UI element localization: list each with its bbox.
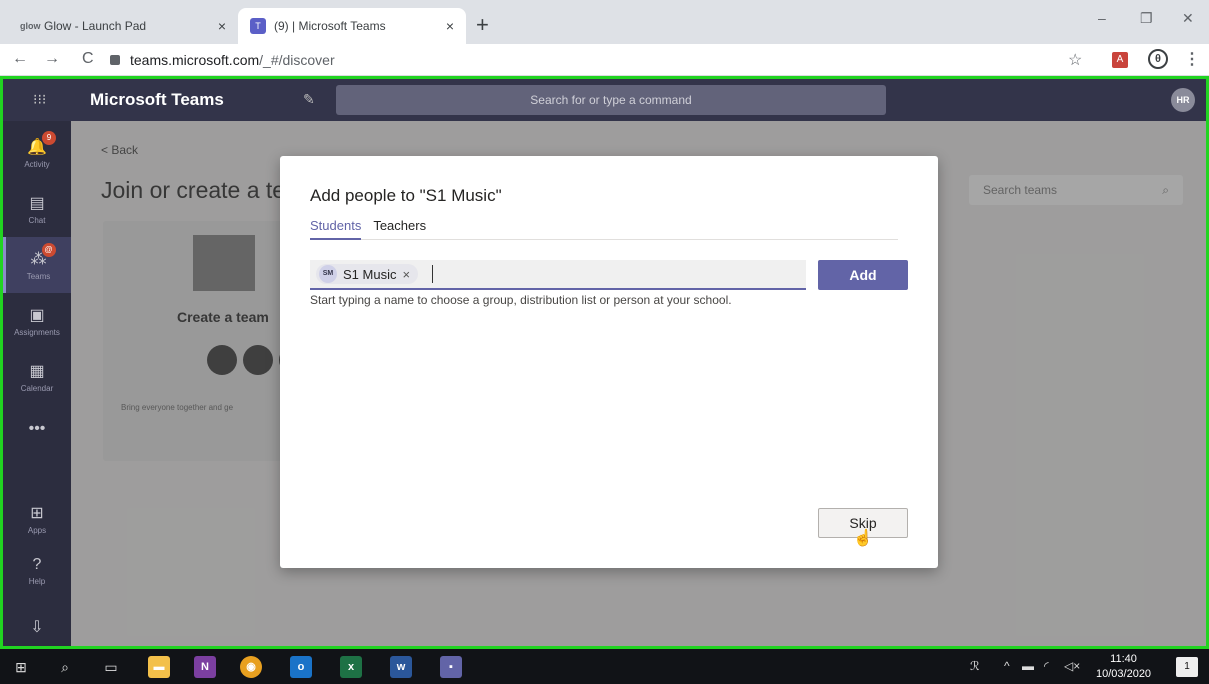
lock-icon: [110, 55, 120, 65]
url-host: teams.microsoft.com: [130, 52, 260, 68]
clock-date: 10/03/2020: [1096, 668, 1152, 680]
address-bar-row: ← → C teams.microsoft.com/_#/discover ☆ …: [0, 44, 1209, 76]
restore-icon[interactable]: ❐: [1140, 10, 1153, 27]
app-rail: 🔔 9 Activity ▤ Chat ⁂ @ Teams ▣ Assignment…: [3, 121, 71, 646]
rail-item-help[interactable]: ? Help: [3, 543, 71, 599]
start-icon[interactable]: ⊞: [10, 656, 32, 678]
outlook-icon[interactable]: o: [290, 656, 312, 678]
teams-icon: T: [250, 18, 266, 34]
add-people-dialog: Add people to "S1 Music" Students Teache…: [280, 156, 938, 568]
selected-group-pill: SM S1 Music ×: [316, 264, 419, 284]
teams-header: ⁝⁝⁝ Microsoft Teams ✎ Search for or type…: [3, 79, 1206, 121]
text-caret: [432, 265, 434, 283]
teams-taskbar-icon[interactable]: ▪: [440, 656, 462, 678]
clock-time: 11:40: [1110, 653, 1137, 665]
word-icon[interactable]: w: [390, 656, 412, 678]
rail-label: Help: [28, 577, 46, 586]
people-picker-input[interactable]: SM S1 Music ×: [310, 260, 806, 290]
dialog-title: Add people to "S1 Music": [310, 186, 502, 205]
rail-item-activity[interactable]: 🔔 9 Activity: [3, 125, 71, 181]
browser-tab-glow[interactable]: glow Glow - Launch Pad ×: [8, 8, 238, 44]
pill-label: S1 Music: [343, 266, 397, 282]
command-search-input[interactable]: Search for or type a command: [336, 85, 886, 115]
task-view-icon[interactable]: ▭: [100, 656, 122, 678]
browser-tab-teams[interactable]: T (9) | Microsoft Teams ×: [238, 8, 466, 44]
rail-item-calendar[interactable]: ▦ Calendar: [3, 349, 71, 405]
app-launcher-icon[interactable]: ⁝⁝⁝: [33, 91, 46, 108]
search-icon[interactable]: ⌕: [54, 656, 76, 678]
tab-students[interactable]: Students: [310, 218, 362, 240]
rail-label: Chat: [28, 216, 46, 225]
rail-item-more[interactable]: •••: [3, 401, 71, 457]
avatar[interactable]: HR: [1171, 88, 1195, 112]
rail-item-chat[interactable]: ▤ Chat: [3, 181, 71, 237]
rail-item-assignments[interactable]: ▣ Assignments: [3, 293, 71, 349]
rail-item-teams[interactable]: ⁂ @ Teams: [3, 237, 71, 293]
tab-title: (9) | Microsoft Teams: [274, 19, 386, 33]
add-button[interactable]: Add: [818, 260, 908, 290]
hand-cursor-icon: ☝: [853, 530, 873, 547]
rail-label: Assignments: [14, 328, 60, 337]
glow-icon: glow: [20, 21, 41, 31]
file-explorer-icon[interactable]: ▬: [148, 656, 170, 678]
clock[interactable]: 11:40 10/03/2020: [1096, 652, 1151, 682]
download-icon: ⇩: [30, 619, 44, 636]
picker-hint: Start typing a name to choose a group, d…: [310, 293, 732, 307]
rail-item-download[interactable]: ⇩: [3, 599, 71, 655]
more-icon: •••: [28, 420, 46, 437]
wifi-icon[interactable]: ◜: [1044, 659, 1049, 673]
forward-arrow-icon[interactable]: →: [44, 50, 60, 68]
profile-icon[interactable]: θ: [1148, 49, 1168, 69]
rail-label: Apps: [27, 526, 47, 535]
onenote-icon[interactable]: N: [194, 656, 216, 678]
dialog-tabs: Students Teachers: [310, 218, 898, 240]
minimize-icon[interactable]: –: [1098, 10, 1106, 26]
close-icon[interactable]: ×: [218, 18, 226, 34]
bookmark-star-icon[interactable]: ☆: [1068, 50, 1082, 70]
excel-icon[interactable]: x: [340, 656, 362, 678]
back-arrow-icon[interactable]: ←: [12, 50, 28, 68]
activity-badge: 9: [41, 131, 56, 145]
pdf-extension-icon[interactable]: A: [1112, 52, 1128, 68]
window-close-icon[interactable]: ✕: [1182, 10, 1194, 27]
tab-title: Glow - Launch Pad: [44, 19, 147, 33]
battery-icon[interactable]: ▬: [1022, 659, 1034, 673]
url-path: /_#/discover: [259, 52, 335, 68]
notification-icon[interactable]: 1: [1176, 657, 1198, 677]
calendar-icon: ▦: [29, 363, 45, 380]
apps-icon: ⊞: [30, 505, 44, 522]
bell-icon: 🔔 9: [27, 131, 56, 157]
people-icon[interactable]: ℛ: [970, 659, 980, 673]
chevron-up-icon[interactable]: ^: [1004, 659, 1010, 673]
chat-icon: ▤: [29, 195, 45, 212]
tab-teachers[interactable]: Teachers: [373, 218, 426, 240]
url-field[interactable]: teams.microsoft.com/_#/discover: [110, 48, 335, 72]
rail-label: Teams: [26, 272, 51, 281]
new-tab-button[interactable]: +: [476, 14, 489, 36]
reload-icon[interactable]: C: [82, 50, 94, 68]
browser-tab-bar: glow Glow - Launch Pad × T (9) | Microso…: [0, 0, 1209, 44]
rail-label: Activity: [24, 160, 50, 169]
app-name: Microsoft Teams: [90, 90, 224, 109]
help-icon: ?: [32, 556, 42, 573]
teams-badge: @: [41, 243, 56, 257]
chrome-icon[interactable]: ◉: [240, 656, 262, 678]
remove-pill-icon[interactable]: ×: [402, 267, 410, 282]
windows-taskbar: ⊞ ⌕ ▭ ▬ N ◉ o x w ▪ ℛ ^ ▬ ◜ ◁× 11:40 10/…: [0, 649, 1209, 684]
browser-menu-icon[interactable]: ⋮: [1184, 49, 1200, 69]
volume-icon[interactable]: ◁×: [1064, 659, 1080, 673]
rail-label: Calendar: [20, 384, 54, 393]
rail-item-apps[interactable]: ⊞ Apps: [3, 491, 71, 547]
close-icon[interactable]: ×: [446, 18, 454, 34]
compose-icon[interactable]: ✎: [303, 91, 315, 108]
assignments-icon: ▣: [29, 307, 45, 324]
group-avatar: SM: [319, 265, 337, 283]
teams-icon: ⁂ @: [31, 243, 56, 269]
